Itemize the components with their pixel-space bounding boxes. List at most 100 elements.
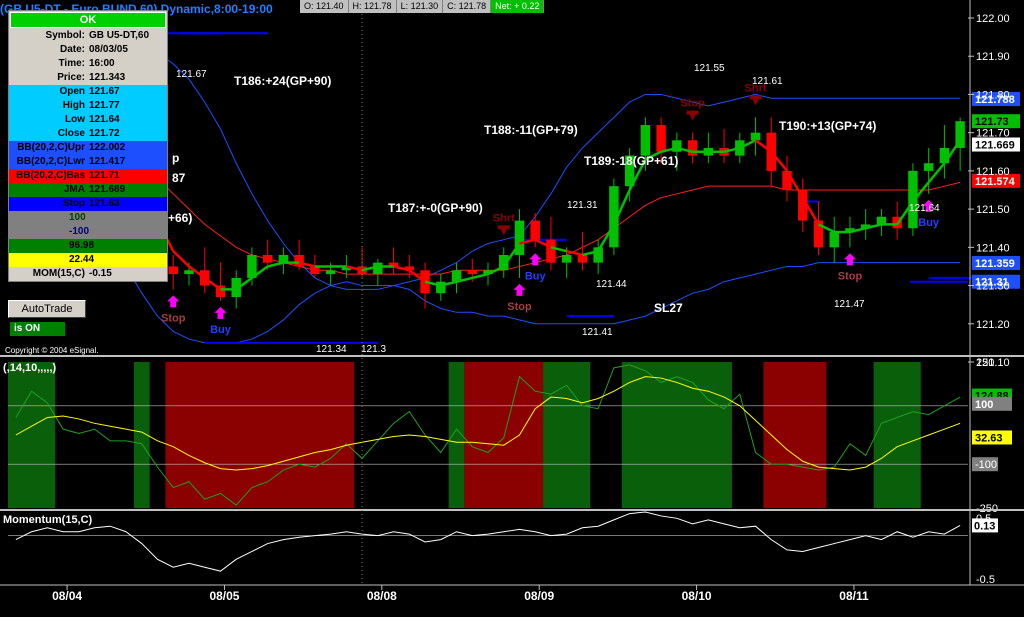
- y-tick-label: -100: [975, 459, 997, 471]
- data-window-row: Price: 121.343: [9, 71, 167, 85]
- data-window-label: Open: [59, 86, 85, 97]
- candle-body: [750, 132, 761, 141]
- y-tick-label: 121.70: [976, 128, 1010, 140]
- data-window-value: 121.72: [89, 128, 120, 139]
- data-window-value: 121.343: [89, 72, 126, 83]
- indicator-badge-label: 32.63: [975, 432, 1003, 444]
- data-window-row: JMA 121.689: [9, 183, 167, 197]
- signal-label: Buy: [918, 217, 940, 229]
- price-note: 121.44: [596, 279, 627, 290]
- ok-button[interactable]: OK: [10, 12, 166, 28]
- candle-body: [923, 163, 934, 171]
- signal-label: Shrt: [493, 212, 515, 224]
- autotrade-button[interactable]: AutoTrade: [8, 300, 86, 318]
- data-window-row: 96.98: [9, 239, 167, 253]
- data-window-row: 22.44: [9, 253, 167, 267]
- signal-label: Stop: [680, 98, 705, 110]
- sell-arrow-icon: [686, 110, 699, 121]
- y-tick-label: -0.5: [976, 574, 995, 586]
- data-window-value: 121.63: [89, 198, 120, 209]
- data-window-value: 121.71: [89, 170, 120, 181]
- y-tick-label: 122.00: [976, 13, 1010, 25]
- signal-zone: [543, 362, 591, 508]
- price-badge-label: 121.73: [975, 116, 1009, 128]
- copyright-text: Copyright © 2004 eSignal.: [5, 346, 99, 355]
- signal-zone: [621, 362, 732, 508]
- candle-body: [294, 254, 304, 267]
- data-window-row: Time: 16:00: [9, 57, 167, 71]
- momentum-pane: 0.5-0.50.13: [8, 511, 998, 586]
- signal-label: Stop: [838, 270, 863, 282]
- data-window-row: BB(20,2,C)Lwr 121.417: [9, 155, 167, 169]
- jma-segment: [172, 250, 190, 268]
- quote-low: L: 121.30: [396, 0, 444, 13]
- buy-arrow-icon: [167, 295, 180, 308]
- data-window-row: Stop 121.63: [9, 197, 167, 211]
- trade-annotation: T189:-18(GP+61): [584, 154, 678, 168]
- data-window-value: -100: [69, 226, 90, 237]
- data-window-label: High: [62, 100, 85, 111]
- signal-label: Stop: [161, 312, 186, 324]
- signal-label: Stop: [507, 301, 532, 313]
- signal-zone: [165, 362, 355, 508]
- data-window-label: BB(20,2,C)Upr: [17, 142, 85, 153]
- price-note: 121.61: [752, 76, 783, 87]
- quote-high: H: 121.78: [348, 0, 397, 13]
- buy-arrow-icon: [214, 306, 227, 319]
- signal-zone: [8, 362, 56, 508]
- data-window-row: BB(20,2,C)Upr 122.002: [9, 141, 167, 155]
- price-note: 121.64: [909, 203, 940, 214]
- signal-label: Buy: [525, 270, 547, 282]
- trade-annotation: +66): [168, 211, 192, 225]
- price-note: 121.55: [694, 63, 725, 74]
- signal-zone: [763, 362, 827, 508]
- data-window-value: 96.98: [69, 240, 95, 251]
- candle-body: [467, 270, 477, 275]
- data-window-value: 08/03/05: [89, 44, 128, 55]
- data-window-value: 121.64: [89, 114, 120, 125]
- signal-label: Buy: [210, 324, 232, 336]
- candle-body: [672, 140, 682, 152]
- data-window-value: 16:00: [89, 58, 115, 69]
- data-window-label: JMA: [63, 184, 85, 195]
- candle-body: [939, 147, 950, 164]
- data-window-value: 121.417: [89, 156, 126, 167]
- data-window-label: [9, 239, 69, 253]
- data-window-value: 121.77: [89, 100, 120, 111]
- sell-arrow-icon: [749, 95, 762, 106]
- data-window-value: 100: [69, 212, 86, 223]
- quote-net: Net: + 0.22: [491, 0, 545, 13]
- data-window-label: Stop: [62, 198, 85, 209]
- data-window-label: Time:: [58, 58, 86, 69]
- trade-annotation: T187:+-0(GP+90): [388, 201, 483, 215]
- data-window-row: Symbol: GB U5-DT,60: [9, 29, 167, 43]
- trade-annotation: T188:-11(GP+79): [484, 123, 578, 137]
- candle-body: [829, 232, 839, 248]
- y-tick-label: 121.60: [976, 166, 1010, 178]
- y-tick-label: 121.10: [976, 357, 1010, 369]
- data-window-row: Open 121.67: [9, 85, 167, 99]
- signal-zone: [873, 362, 921, 508]
- candle-body: [262, 254, 273, 263]
- data-window[interactable]: OK Symbol: GB U5-DT,60 Date: 08/03/05 Time: 1…: [8, 10, 168, 282]
- data-window-value: 22.44: [69, 254, 95, 265]
- price-note: 121.3: [361, 344, 386, 355]
- data-window-value: 121.689: [89, 184, 126, 195]
- data-window-row: High 121.77: [9, 99, 167, 113]
- trade-annotation: 87: [172, 171, 186, 185]
- indicator-badge-label: 100: [975, 399, 993, 411]
- y-tick-label: 121.80: [976, 89, 1010, 101]
- momentum-label: Momentum(15,C): [3, 514, 93, 526]
- candle-body: [561, 254, 572, 263]
- data-window-label: BB(20,2,C)Lwr: [16, 156, 85, 167]
- y-tick-label: 121.20: [976, 319, 1010, 331]
- data-window-row: Date: 08/03/05: [9, 43, 167, 57]
- x-tick-label: 08/05: [209, 589, 239, 603]
- x-tick-label: 08/09: [524, 589, 554, 603]
- data-window-row: Close 121.72: [9, 127, 167, 141]
- data-window-label: Close: [57, 128, 85, 139]
- data-window-value: -0.15: [89, 268, 112, 279]
- trade-annotation: T190:+13(GP+74): [779, 119, 876, 133]
- quote-close: C: 121.78: [443, 0, 492, 13]
- jma-segment: [267, 261, 284, 268]
